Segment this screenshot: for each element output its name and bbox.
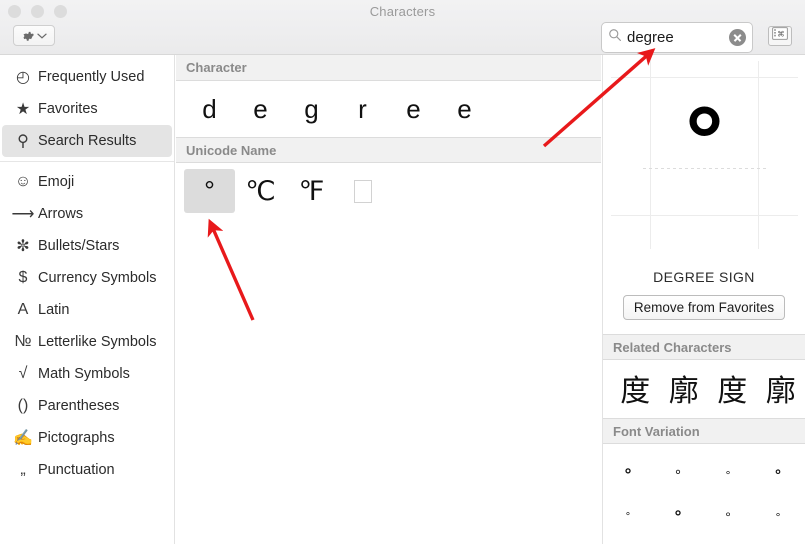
sidebar-item-label: Arrows xyxy=(38,206,84,222)
numero-icon: № xyxy=(14,333,32,350)
sidebar-item-label: Search Results xyxy=(38,133,137,149)
sidebar-item-label: Pictographs xyxy=(38,430,115,446)
font-variation-cell[interactable]: ° xyxy=(653,496,703,538)
sidebar-item-label: Frequently Used xyxy=(38,69,145,85)
sidebar-divider xyxy=(0,161,174,162)
preview-glyph: ° xyxy=(685,87,724,194)
related-character-cell[interactable]: 度 xyxy=(708,366,757,410)
window-title: Characters xyxy=(369,4,436,19)
font-variation-cell[interactable]: ° xyxy=(703,496,753,538)
character-name: DEGREE SIGN xyxy=(653,269,755,285)
sidebar-item-emoji[interactable]: ☺ Emoji xyxy=(2,166,172,198)
character-cell[interactable]: ° xyxy=(184,169,235,213)
results-column: Character d e g r e e Unicode Name ° ℃ ℉ xyxy=(176,55,601,544)
punctuation-icon: „ xyxy=(20,461,26,478)
font-variation-cell[interactable]: ° xyxy=(653,454,703,496)
clock-icon: ◴ xyxy=(16,69,30,86)
letter-a-icon: A xyxy=(17,301,29,318)
related-characters-row[interactable]: 度廓度廓 xyxy=(603,360,805,418)
sidebar-item-frequently-used[interactable]: ◴ Frequently Used xyxy=(2,61,172,93)
emoji-icon: ☺ xyxy=(14,173,32,190)
sidebar-item-math-symbols[interactable]: √ Math Symbols xyxy=(2,358,172,390)
search-icon xyxy=(608,28,622,47)
star-icon: ★ xyxy=(15,101,31,118)
character-viewer-window: Characters degree ⌘ ◴ Frequently Used ★ … xyxy=(0,0,805,544)
sidebar-item-parentheses[interactable]: () Parentheses xyxy=(2,390,172,422)
related-character-cell[interactable]: 廓 xyxy=(757,366,805,410)
sidebar-item-label: Punctuation xyxy=(38,462,115,478)
character-cell[interactable]: ℃ xyxy=(235,169,286,213)
character-cell[interactable]: ℉ xyxy=(286,169,337,213)
sidebar-item-search-results[interactable]: ⚲ Search Results xyxy=(2,125,172,157)
chevron-down-icon xyxy=(37,32,47,40)
gear-menu-button[interactable] xyxy=(13,25,55,46)
font-variation-cell[interactable]: ° xyxy=(753,454,803,496)
related-character-cell[interactable]: 廓 xyxy=(660,366,709,410)
sidebar-item-label: Parentheses xyxy=(38,398,120,414)
asterisk-icon: ✼ xyxy=(16,238,30,255)
character-cell[interactable]: e xyxy=(235,87,286,131)
character-preview: ° xyxy=(603,55,805,255)
sidebar-item-favorites[interactable]: ★ Favorites xyxy=(2,93,172,125)
section-header-unicode-name: Unicode Name xyxy=(176,137,601,163)
font-variation-cell[interactable]: ° xyxy=(753,496,803,538)
sidebar: ◴ Frequently Used ★ Favorites ⚲ Search Result… xyxy=(0,55,175,544)
remove-from-favorites-button[interactable]: Remove from Favorites xyxy=(622,295,786,320)
sidebar-item-label: Currency Symbols xyxy=(38,270,157,286)
character-cell[interactable]: g xyxy=(286,87,337,131)
gear-icon xyxy=(21,29,35,43)
sidebar-item-label: Favorites xyxy=(38,101,98,117)
section-header-character: Character xyxy=(176,55,601,81)
sidebar-item-pictographs[interactable]: ✍ Pictographs xyxy=(2,422,172,454)
arrow-right-icon: ⟶ xyxy=(11,206,35,223)
font-variation-row: ° ° ° ° xyxy=(603,496,805,538)
related-character-cell[interactable]: 度 xyxy=(611,366,660,410)
font-variation-cell[interactable]: ° xyxy=(703,454,753,496)
character-cell[interactable]: d xyxy=(184,87,235,131)
character-row: ° ℃ ℉ xyxy=(176,163,601,219)
character-cell[interactable]: r xyxy=(337,87,388,131)
font-variation-cell[interactable]: ° xyxy=(603,496,653,538)
sidebar-item-bullets-stars[interactable]: ✼ Bullets/Stars xyxy=(2,230,172,262)
related-characters-header: Related Characters xyxy=(603,334,805,360)
font-variation-cell[interactable]: ° xyxy=(603,454,653,496)
sidebar-item-label: Letterlike Symbols xyxy=(38,334,157,350)
font-variation-row: ° ° ° ° xyxy=(603,454,805,496)
detail-pane: ° DEGREE SIGN Remove from Favorites Rela… xyxy=(602,55,805,544)
font-variation-grid[interactable]: ° ° ° ° ° ° ° ° xyxy=(603,444,805,538)
parentheses-icon: () xyxy=(17,397,29,414)
sidebar-item-currency-symbols[interactable]: $ Currency Symbols xyxy=(2,262,172,294)
character-cell[interactable]: e xyxy=(388,87,439,131)
character-row: degree xyxy=(176,81,601,137)
pictograph-icon: ✍ xyxy=(13,430,33,447)
sidebar-item-label: Latin xyxy=(38,302,70,318)
sidebar-item-letterlike-symbols[interactable]: № Letterlike Symbols xyxy=(2,326,172,358)
character-cell-missing-glyph[interactable] xyxy=(337,169,388,213)
sidebar-item-punctuation[interactable]: „ Punctuation xyxy=(2,454,172,486)
character-cell[interactable]: e xyxy=(439,87,490,131)
search-field[interactable]: degree xyxy=(601,22,753,53)
font-variation-header: Font Variation xyxy=(603,418,805,444)
dollar-icon: $ xyxy=(18,269,28,286)
keyboard-icon: ⌘ xyxy=(772,27,788,45)
clear-search-icon[interactable] xyxy=(729,29,746,46)
sidebar-item-label: Math Symbols xyxy=(38,366,130,382)
sidebar-item-label: Bullets/Stars xyxy=(38,238,120,254)
sidebar-item-label: Emoji xyxy=(38,174,75,190)
sidebar-item-arrows[interactable]: ⟶ Arrows xyxy=(2,198,172,230)
search-icon: ⚲ xyxy=(17,133,29,150)
search-input[interactable]: degree xyxy=(627,29,729,46)
keyboard-viewer-button[interactable]: ⌘ xyxy=(768,26,792,46)
sidebar-item-latin[interactable]: A Latin xyxy=(2,294,172,326)
svg-text:⌘: ⌘ xyxy=(777,29,784,38)
radical-icon: √ xyxy=(18,365,28,382)
titlebar: Characters degree ⌘ xyxy=(0,0,805,55)
